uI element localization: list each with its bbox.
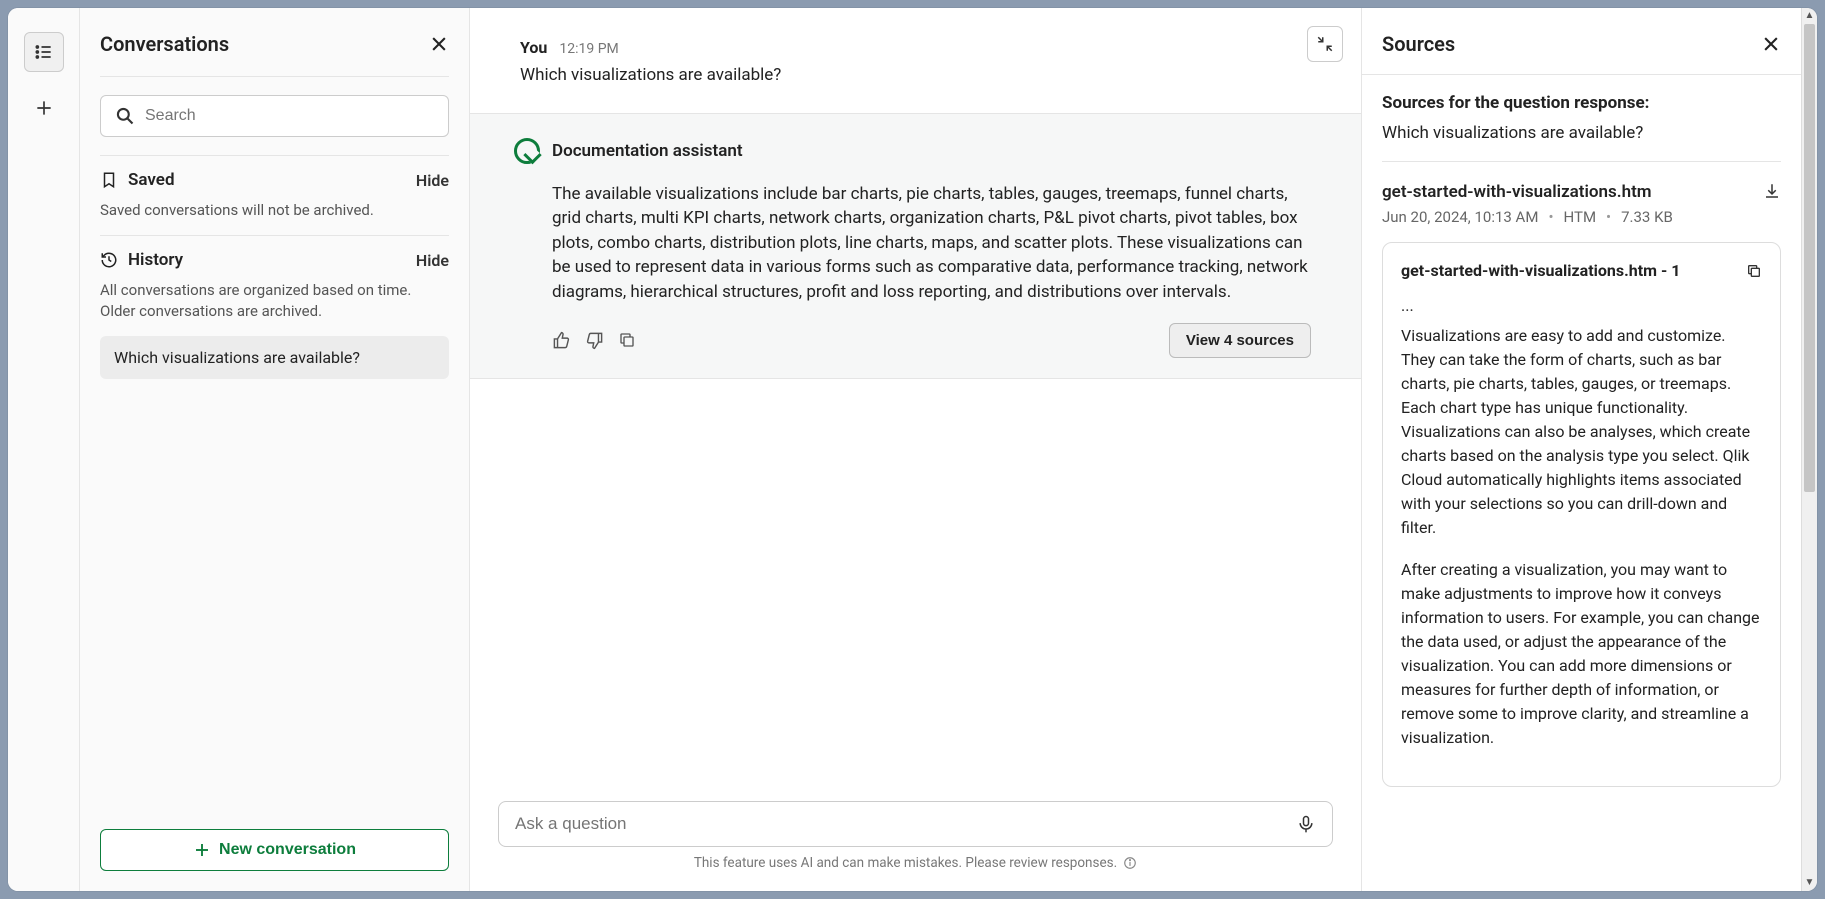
meta-separator: • (1606, 208, 1611, 226)
user-message: You 12:19 PM Which visualizations are av… (470, 8, 1361, 113)
scroll-track[interactable] (1804, 24, 1815, 875)
sidebar-title: Conversations (100, 32, 229, 56)
source-file-meta: Jun 20, 2024, 10:13 AM • HTM • 7.33 KB (1382, 208, 1781, 226)
microphone-icon (1296, 814, 1316, 834)
thumbs-up-button[interactable] (552, 331, 571, 350)
left-rail (8, 8, 80, 891)
source-file-type: HTM (1564, 208, 1597, 226)
saved-header: Saved Hide (100, 170, 449, 190)
history-title: History (100, 250, 183, 270)
close-icon (429, 34, 449, 54)
plus-icon (193, 841, 211, 859)
composer-input[interactable] (515, 814, 1284, 834)
assistant-body: The available visualizations include bar… (514, 182, 1311, 305)
source-filename: get-started-with-visualizations.htm (1382, 182, 1652, 202)
conversations-sidebar: Conversations Saved Hide Saved conversat… (80, 8, 470, 891)
sources-body[interactable]: Sources for the question response: Which… (1362, 75, 1801, 891)
thumbs-up-icon (552, 331, 571, 350)
disclaimer: This feature uses AI and can make mistak… (498, 855, 1333, 871)
feedback-icons (552, 331, 636, 350)
composer-wrap: This feature uses AI and can make mistak… (470, 801, 1361, 891)
source-card-header: get-started-with-visualizations.htm - 1 (1401, 261, 1762, 280)
sources-subhead: Sources for the question response: (1382, 93, 1781, 113)
composer[interactable] (498, 801, 1333, 847)
history-icon (100, 251, 118, 269)
assistant-header: Documentation assistant (514, 138, 1311, 164)
chat-main: You 12:19 PM Which visualizations are av… (470, 8, 1361, 891)
copy-button[interactable] (618, 331, 636, 350)
sources-panel: Sources Sources for the question respons… (1361, 8, 1801, 891)
source-card-body: ... Visualizations are easy to add and c… (1401, 294, 1762, 750)
scroll-thumb[interactable] (1804, 24, 1815, 492)
saved-section: Saved Hide Saved conversations will not … (100, 155, 449, 235)
search-icon (115, 106, 135, 126)
history-hide-button[interactable]: Hide (416, 251, 449, 270)
history-section: History Hide All conversations are organ… (100, 235, 449, 393)
open-source-button[interactable] (1746, 263, 1762, 279)
new-conversation-label: New conversation (219, 841, 356, 859)
sources-header: Sources (1362, 32, 1801, 75)
source-file-date: Jun 20, 2024, 10:13 AM (1382, 208, 1538, 226)
search-box[interactable] (100, 95, 449, 137)
download-source-button[interactable] (1763, 182, 1781, 200)
sources-title: Sources (1382, 32, 1455, 56)
saved-hide-button[interactable]: Hide (416, 171, 449, 190)
history-description: All conversations are organized based on… (100, 280, 449, 322)
sources-question: Which visualizations are available? (1382, 123, 1781, 162)
assistant-avatar-icon (514, 138, 540, 164)
collapse-button[interactable] (1307, 26, 1343, 62)
bookmark-icon (100, 171, 118, 189)
user-time: 12:19 PM (559, 41, 618, 57)
download-icon (1763, 182, 1781, 200)
source-file-row: get-started-with-visualizations.htm (1382, 182, 1781, 202)
history-header: History Hide (100, 250, 449, 270)
history-label: History (128, 250, 183, 270)
list-icon (34, 42, 54, 62)
source-card-title: get-started-with-visualizations.htm - 1 (1401, 261, 1680, 280)
scroll-down-button[interactable]: ▼ (1802, 877, 1817, 889)
source-paragraph: After creating a visualization, you may … (1401, 558, 1762, 750)
copy-icon (618, 331, 636, 349)
app-frame: Conversations Saved Hide Saved conversat… (8, 8, 1817, 891)
sidebar-header: Conversations (100, 32, 449, 77)
sidebar-footer: New conversation (100, 829, 449, 871)
source-ellipsis: ... (1401, 294, 1762, 318)
mic-button[interactable] (1296, 814, 1316, 834)
source-card: get-started-with-visualizations.htm - 1 … (1382, 242, 1781, 787)
chat-scroll[interactable]: You 12:19 PM Which visualizations are av… (470, 8, 1361, 801)
close-icon (1761, 34, 1781, 54)
assistant-name: Documentation assistant (552, 141, 743, 161)
new-conversation-button[interactable]: New conversation (100, 829, 449, 871)
source-paragraph: Visualizations are easy to add and custo… (1401, 324, 1762, 540)
history-item[interactable]: Which visualizations are available? (100, 336, 449, 379)
close-sources-button[interactable] (1761, 34, 1781, 54)
scroll-up-button[interactable]: ▲ (1802, 10, 1817, 22)
disclaimer-text: This feature uses AI and can make mistak… (694, 855, 1117, 871)
conversations-rail-button[interactable] (24, 32, 64, 72)
plus-icon (34, 98, 54, 118)
new-chat-rail-button[interactable] (24, 88, 64, 128)
search-input[interactable] (145, 107, 434, 125)
close-sidebar-button[interactable] (429, 34, 449, 54)
collapse-icon (1316, 35, 1334, 53)
saved-description: Saved conversations will not be archived… (100, 200, 449, 221)
saved-title: Saved (100, 170, 175, 190)
assistant-message: Documentation assistant The available vi… (470, 113, 1361, 379)
scrollbar[interactable]: ▲ ▼ (1801, 8, 1817, 891)
assistant-actions: View 4 sources (514, 323, 1311, 358)
saved-label: Saved (128, 170, 175, 190)
view-sources-button[interactable]: View 4 sources (1169, 323, 1311, 358)
thumbs-down-icon (585, 331, 604, 350)
user-text: Which visualizations are available? (520, 63, 1311, 89)
info-icon (1123, 856, 1137, 870)
user-author: You (520, 38, 547, 57)
thumbs-down-button[interactable] (585, 331, 604, 350)
copy-icon (1746, 263, 1762, 279)
user-message-meta: You 12:19 PM (520, 38, 1311, 57)
meta-separator: • (1548, 208, 1553, 226)
source-file-size: 7.33 KB (1621, 208, 1673, 226)
